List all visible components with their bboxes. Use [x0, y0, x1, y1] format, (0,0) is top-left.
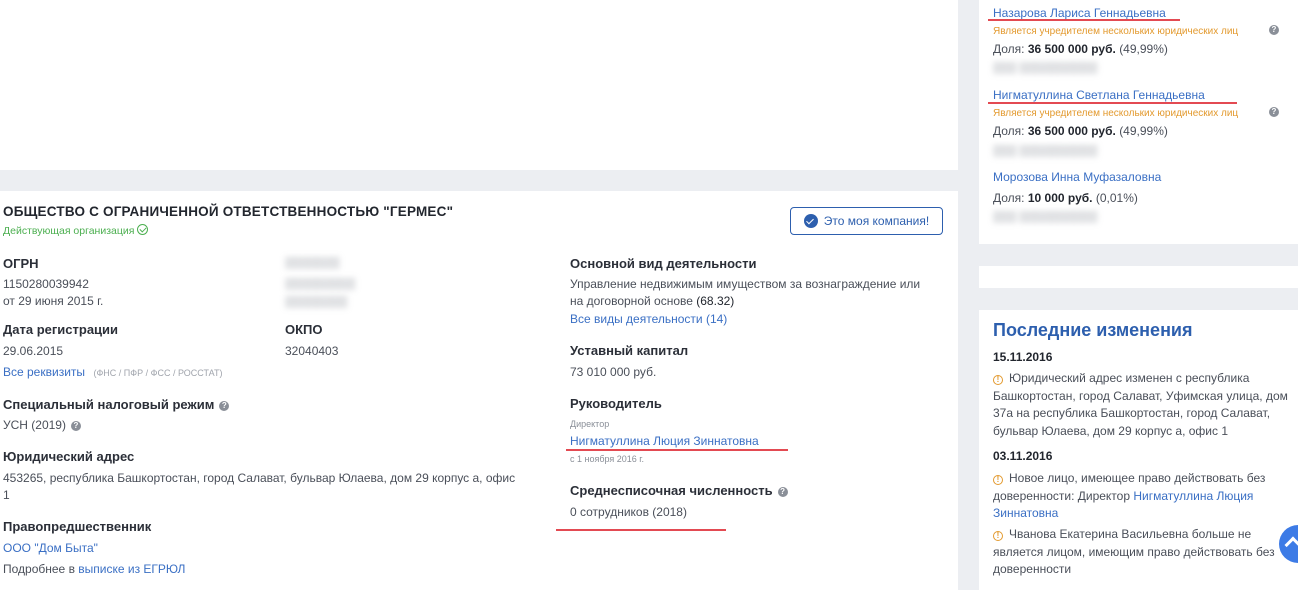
- my-company-button-label: Это моя компания!: [823, 214, 930, 228]
- sidebar-card: [979, 266, 1298, 288]
- egrul-link[interactable]: выписке из ЕГРЮЛ: [78, 562, 185, 576]
- help-icon[interactable]: ?: [70, 421, 81, 431]
- change-date: 15.11.2016: [993, 350, 1053, 364]
- change-item-text: Юридический адрес изменен с республика Б…: [993, 371, 1288, 438]
- change-item: ! Чванова Екатерина Васильевна больше не …: [993, 526, 1298, 579]
- tax-regime-value-text: УСН (2019): [3, 418, 66, 432]
- help-icon[interactable]: ?: [777, 487, 788, 497]
- check-circle-icon: [137, 224, 149, 235]
- founder-1-link[interactable]: Назарова Лариса Геннадьевна: [993, 6, 1166, 20]
- change-date: 03.11.2016: [993, 449, 1053, 463]
- founder-2-underline: [988, 102, 1237, 104]
- share-label: Доля:: [993, 191, 1025, 205]
- okpo-value: 32040403: [285, 344, 339, 358]
- change-item: ! Юридический адрес изменен с республика …: [993, 370, 1298, 440]
- founder-2-link[interactable]: Нигматуллина Светлана Геннадьевна: [993, 88, 1205, 102]
- share-pct: (49,99%): [1119, 42, 1168, 56]
- share-pct: (49,99%): [1119, 124, 1168, 138]
- help-icon[interactable]: ?: [219, 401, 230, 411]
- changes-title: Последние изменения: [993, 320, 1193, 340]
- ogrn-date: от 29 июня 2015 г.: [3, 294, 104, 308]
- tax-regime-value: УСН (2019)?: [3, 418, 81, 432]
- share-label: Доля:: [993, 42, 1025, 56]
- warning-icon: !: [993, 531, 1003, 541]
- all-requisites-link[interactable]: Все реквизиты: [3, 365, 85, 379]
- address-line-2: 1: [3, 488, 10, 502]
- share-value: 10 000 руб.: [1027, 191, 1093, 205]
- share-value: 36 500 000 руб.: [1027, 124, 1116, 138]
- share-label: Доля:: [993, 124, 1025, 138]
- requisites-note: (ФНС / ПФР / ФСС / РОССТАТ): [93, 368, 223, 378]
- okpo-label: ОКПО: [285, 322, 323, 337]
- head-position: Директор: [570, 419, 610, 429]
- founder-2-note: Является учредителем нескольких юридичес…: [993, 108, 1239, 119]
- help-icon[interactable]: ?: [1269, 25, 1279, 35]
- founder-1-underline: [988, 19, 1180, 21]
- blurred-inn: ▒▒▒ ▒▒▒▒▒▒▒▒▒▒: [993, 145, 1098, 157]
- share-pct: (0,01%): [1095, 191, 1138, 205]
- head-since: с 1 ноября 2016 г.: [570, 454, 644, 464]
- address-label: Юридический адрес: [3, 449, 135, 464]
- head-name-link[interactable]: Нигматуллина Люция Зиннатовна: [570, 434, 759, 448]
- head-underline: [566, 449, 788, 451]
- registration-value: 29.06.2015: [3, 344, 64, 358]
- founder-2-share: Доля: 36 500 000 руб. (49,99%): [993, 124, 1168, 138]
- employees-label: Среднесписочная численность?: [570, 483, 788, 498]
- change-item-text: Чванова Екатерина Васильевна больше не я…: [993, 527, 1275, 576]
- my-company-button[interactable]: Это моя компания!: [790, 207, 943, 235]
- address-line-1: 453265, республика Башкортостан, город С…: [3, 471, 516, 485]
- status-text: Действующая организация: [3, 225, 135, 237]
- founder-3-link[interactable]: Морозова Инна Муфазаловна: [993, 170, 1161, 184]
- blurred-inn: ▒▒▒ ▒▒▒▒▒▒▒▒▒▒: [993, 211, 1098, 223]
- capital-label: Уставный капитал: [570, 343, 689, 358]
- activity-code: (68.32): [696, 294, 735, 308]
- blurred-inn: ▒▒▒▒▒▒▒: [285, 257, 340, 269]
- tax-regime-label: Специальный налоговый режим?: [3, 397, 230, 412]
- activity-line-1: Управление недвижимым имуществом за возн…: [570, 277, 921, 291]
- tax-regime-label-text: Специальный налоговый режим: [3, 397, 215, 412]
- founder-1-note: Является учредителем нескольких юридичес…: [993, 26, 1239, 37]
- share-value: 36 500 000 руб.: [1027, 42, 1116, 56]
- help-icon[interactable]: ?: [1269, 107, 1279, 117]
- predecessor-label: Правопредшественник: [3, 519, 152, 534]
- activity-line-2-text: на договорной основе: [570, 294, 693, 308]
- capital-value: 73 010 000 руб.: [570, 365, 657, 379]
- requisites-row: Все реквизиты (ФНС / ПФР / ФСС / РОССТАТ…: [3, 363, 222, 381]
- warning-icon: !: [993, 475, 1003, 485]
- employees-label-text: Среднесписочная численность: [570, 483, 773, 498]
- registration-label: Дата регистрации: [3, 322, 119, 337]
- blurred-kpp-date: ▒▒▒▒▒▒▒▒: [285, 296, 348, 308]
- egrul-prefix: Подробнее в: [3, 562, 75, 576]
- change-item: ! Новое лицо, имеющее право действовать б…: [993, 470, 1298, 523]
- blurred-inn: ▒▒▒ ▒▒▒▒▒▒▒▒▒▒: [993, 62, 1098, 74]
- status-badge: Действующая организация: [3, 224, 149, 237]
- warning-icon: !: [993, 375, 1003, 385]
- founder-3-share: Доля: 10 000 руб. (0,01%): [993, 191, 1138, 205]
- all-activities-link[interactable]: Все виды деятельности (14): [570, 312, 727, 326]
- activity-label: Основной вид деятельности: [570, 256, 757, 271]
- employees-value: 0 сотрудников (2018): [570, 505, 687, 519]
- egrul-row: Подробнее в выписке из ЕГРЮЛ: [3, 562, 185, 576]
- founder-1-share: Доля: 36 500 000 руб. (49,99%): [993, 42, 1168, 56]
- head-label: Руководитель: [570, 396, 662, 411]
- activity-line-2: на договорной основе (68.32): [570, 294, 734, 308]
- company-title: ОБЩЕСТВО С ОГРАНИЧЕННОЙ ОТВЕТСТВЕННОСТЬЮ…: [3, 204, 454, 219]
- blurred-kpp: ▒▒▒▒▒▒▒▒▒: [285, 278, 356, 290]
- shield-check-icon: [803, 214, 818, 228]
- predecessor-link[interactable]: ООО "Дом Быта": [3, 541, 98, 555]
- top-panel: [0, 0, 958, 170]
- employees-underline: [556, 529, 726, 531]
- ogrn-value: 1150280039942: [3, 277, 89, 291]
- ogrn-label: ОГРН: [3, 256, 39, 271]
